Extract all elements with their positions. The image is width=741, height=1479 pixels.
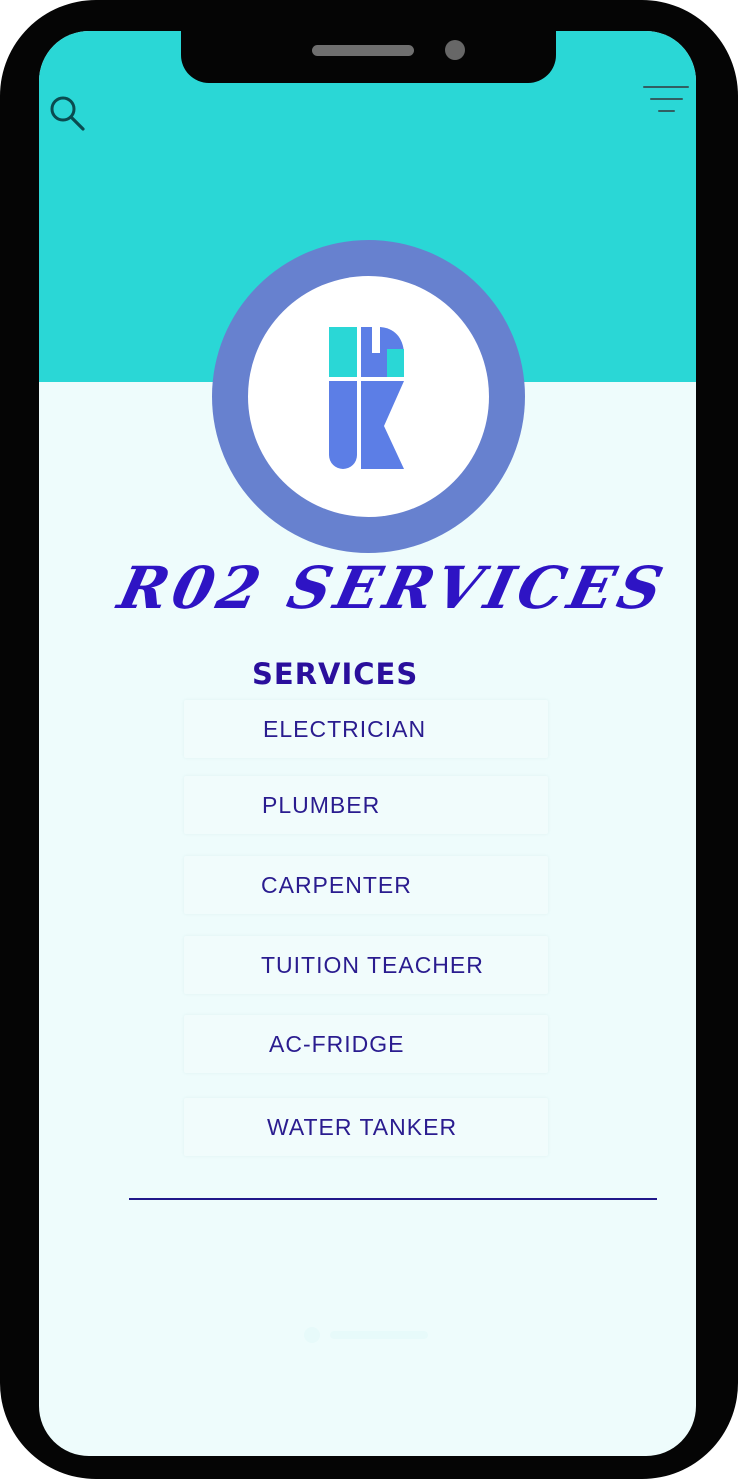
filter-icon[interactable] (641, 82, 691, 116)
faint-footer-mark (302, 1325, 440, 1345)
service-water-tanker[interactable]: WATER TANKER (184, 1098, 548, 1156)
service-electrician[interactable]: ELECTRICIAN (184, 700, 548, 758)
service-label: WATER TANKER (267, 1114, 458, 1140)
divider-line (129, 1198, 657, 1200)
phone-frame: R02 SERVICES SERVICES ELECTRICIAN PLUMBE… (0, 0, 738, 1479)
service-plumber[interactable]: PLUMBER (184, 776, 548, 834)
logo-badge (212, 240, 525, 553)
service-ac-fridge[interactable]: AC-FRIDGE (184, 1015, 548, 1073)
search-icon[interactable] (48, 94, 86, 132)
service-carpenter[interactable]: CARPENTER (184, 856, 548, 914)
service-label: CARPENTER (261, 872, 412, 898)
logo-inner-circle (248, 276, 489, 517)
front-camera (445, 40, 465, 60)
r-logo-icon (329, 327, 404, 469)
service-label: PLUMBER (262, 792, 381, 818)
service-label: TUITION TEACHER (261, 952, 484, 978)
speaker-grille (312, 45, 414, 56)
services-heading: SERVICES (252, 657, 419, 691)
service-label: AC-FRIDGE (269, 1031, 405, 1057)
service-tuition-teacher[interactable]: TUITION TEACHER (184, 936, 548, 994)
brand-title: R02 SERVICES (112, 554, 674, 622)
service-label: ELECTRICIAN (263, 716, 427, 742)
